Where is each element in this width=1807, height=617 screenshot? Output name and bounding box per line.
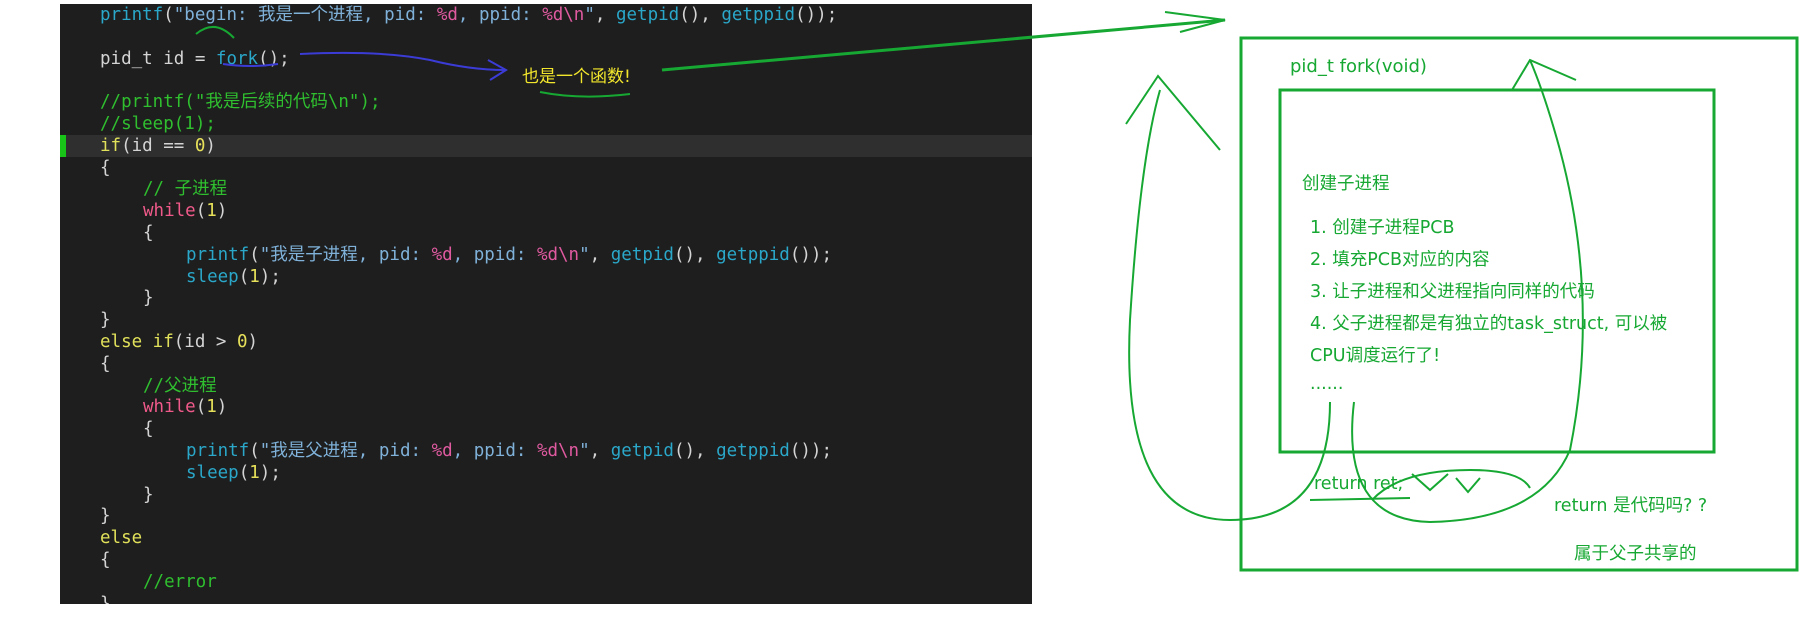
- create-child-heading: 创建子进程: [1302, 174, 1390, 194]
- step-2: 2. 填充PCB对应的内容: [1310, 250, 1490, 270]
- step-4-cont: CPU调度运行了!: [1310, 346, 1441, 366]
- step-3: 3. 让子进程和父进程指向同样的代码: [1310, 282, 1595, 302]
- fork-is-function-note: 也是一个函数!: [522, 67, 631, 87]
- shared-note: 属于父子共享的: [1574, 544, 1697, 564]
- pointer-arrow-stroke: [661, 18, 1226, 72]
- fork-signature-label: pid_t fork(void): [1290, 56, 1427, 77]
- fork-inner-box: [1278, 88, 1716, 454]
- fork-arrow-stroke: [299, 51, 506, 71]
- return-underline-stroke: [1309, 497, 1411, 501]
- left-loop-head: [1125, 74, 1221, 151]
- func-note-underline: [539, 91, 631, 98]
- handwritten-annotations: [195, 11, 1799, 572]
- return-squiggle: [1411, 473, 1481, 494]
- return-ret-label: return ret;: [1314, 474, 1404, 494]
- step-1: 1. 创建子进程PCB: [1310, 218, 1455, 238]
- step-4: 4. 父子进程都是有独立的task_struct, 可以被: [1310, 314, 1668, 334]
- return-question-note: return 是代码吗? ?: [1554, 496, 1708, 516]
- step-ellipsis: ......: [1310, 374, 1344, 394]
- fork-underline-stroke: [222, 63, 279, 67]
- right-loop-head: [1511, 58, 1577, 91]
- fork-arc-stroke: [195, 26, 235, 39]
- left-return-loop: [1128, 89, 1331, 522]
